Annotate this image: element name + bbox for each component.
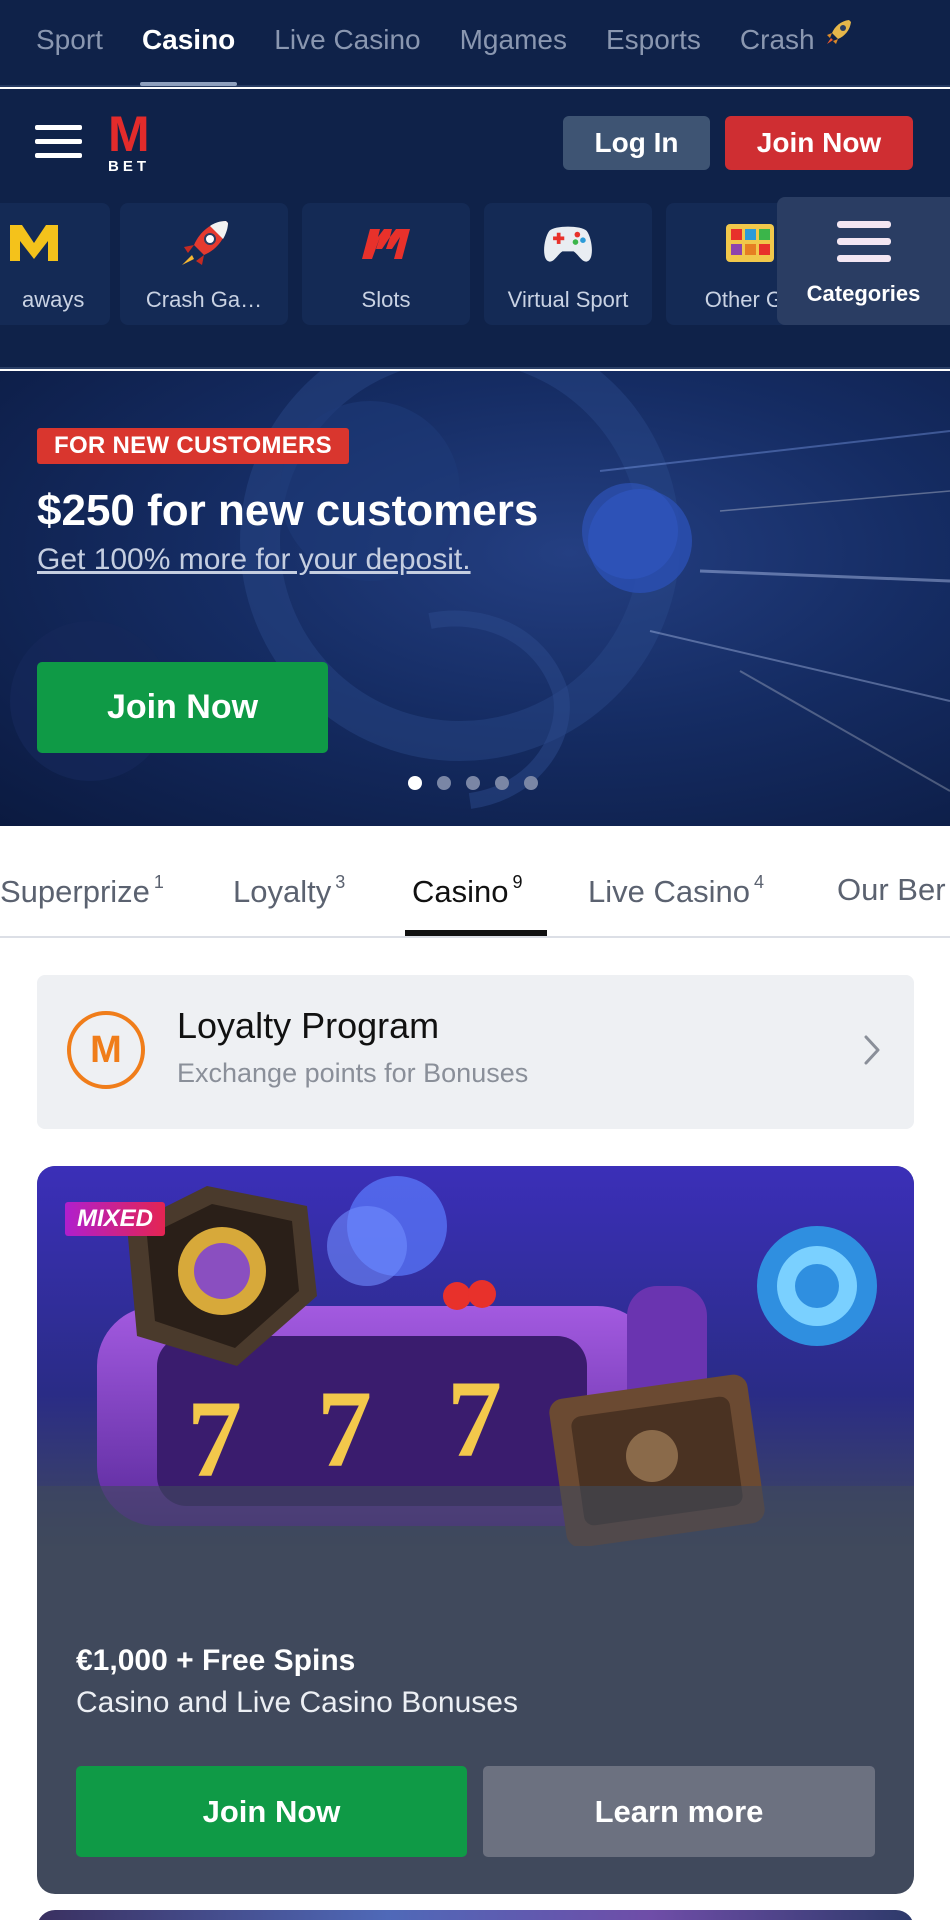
mbet-logo[interactable]: M BET (108, 106, 162, 175)
tab-label: Casino (412, 874, 509, 909)
casino-bonus-card: 7 7 7 MIXED €1,000 + Free Spins Casino a… (37, 1166, 914, 1894)
active-tab-underline (405, 930, 547, 936)
menu-icon (837, 221, 891, 272)
page: Sport Casino Live Casino Mgames Esports … (0, 0, 950, 1920)
m-logo-icon (6, 217, 62, 269)
tab-count: 3 (335, 872, 346, 892)
svg-text:7: 7 (187, 1378, 242, 1500)
loyalty-logo-icon: M (67, 1011, 145, 1089)
loyalty-subtitle: Exchange points for Bonuses (177, 1058, 529, 1088)
logo-letter: M (108, 106, 150, 162)
promo-banner[interactable]: FOR NEW CUSTOMERS $250 for new customers… (0, 371, 950, 826)
casino-bonus-title: €1,000 + Free Spins (76, 1644, 356, 1677)
top-nav: Sport Casino Live Casino Mgames Esports … (0, 0, 950, 87)
tab-label: Live Casino (588, 874, 750, 909)
loyalty-program-row[interactable]: M Loyalty Program Exchange points for Bo… (37, 975, 914, 1129)
category-virtual-sport[interactable]: Virtual Sport (484, 203, 652, 325)
category-label: Virtual Sport (507, 287, 629, 312)
login-button[interactable]: Log In (563, 116, 710, 170)
tab-superprize[interactable]: Superprize 1 (0, 872, 164, 910)
bonus-tabs: Superprize 1 Loyalty 3 Casino 9 Live Casino… (0, 826, 950, 938)
carousel-dot[interactable] (495, 776, 509, 790)
tab-label: Sport (36, 24, 103, 55)
card-join-now-button[interactable]: Join Now (76, 1766, 467, 1857)
category-label: Slots (361, 287, 411, 312)
rocket-icon (823, 0, 855, 80)
tab-crash[interactable]: Crash (740, 0, 855, 86)
learn-more-button[interactable]: Learn more (483, 1766, 875, 1857)
category-giveaways[interactable]: aways (0, 203, 110, 325)
tab-count: 1 (153, 872, 164, 892)
tab-count: 9 (512, 872, 523, 892)
tab-label: Casino (141, 24, 236, 55)
new-customers-badge: FOR NEW CUSTOMERS (37, 428, 349, 464)
carousel-dot[interactable] (466, 776, 480, 790)
carousel-dot[interactable] (437, 776, 451, 790)
banner-subtitle-link[interactable]: Get 100% more for your deposit. (37, 543, 471, 577)
tab-label: Esports (605, 24, 701, 55)
next-bonus-card-peek[interactable] (37, 1910, 914, 1920)
rocket-icon (176, 217, 232, 269)
mixed-badge: MIXED (65, 1202, 166, 1236)
banner-title: $250 for new customers (37, 486, 539, 535)
category-label: Crash Ga… (145, 287, 263, 312)
slots-m-icon (358, 217, 414, 269)
tab-live-casino-bonuses[interactable]: Live Casino 4 (588, 872, 764, 910)
tab-label: Loyalty (233, 874, 332, 909)
header: M BET Log In Join Now (0, 89, 950, 197)
category-crash-games[interactable]: Crash Ga… (120, 203, 288, 325)
categories-button[interactable]: Categories (777, 197, 950, 325)
carousel-dot[interactable] (524, 776, 538, 790)
category-label: aways (22, 287, 85, 312)
tab-casino[interactable]: Casino (139, 0, 238, 86)
hamburger-menu-icon[interactable] (35, 125, 82, 159)
join-now-button[interactable]: Join Now (725, 116, 913, 170)
category-slots[interactable]: Slots (302, 203, 470, 325)
loyalty-title: Loyalty Program (177, 1005, 440, 1046)
tab-sport[interactable]: Sport (36, 0, 103, 86)
casino-bonus-artwork: 7 7 7 (37, 1166, 914, 1546)
tab-label: Crash (739, 24, 815, 55)
tab-our-benefits[interactable]: Our Ber (837, 872, 946, 908)
tab-loyalty[interactable]: Loyalty 3 (233, 872, 345, 910)
tab-label: Mgames (459, 24, 567, 55)
tab-label: Our Ber (837, 872, 946, 907)
carousel-dots (408, 776, 553, 790)
svg-text:7: 7 (317, 1368, 372, 1490)
gamepad-icon (540, 217, 596, 269)
svg-text:7: 7 (447, 1358, 502, 1480)
other-games-icon (722, 217, 778, 269)
banner-join-now-button[interactable]: Join Now (37, 662, 328, 753)
chevron-right-icon (862, 1033, 882, 1072)
tab-mgames[interactable]: Mgames (460, 0, 567, 86)
tab-esports[interactable]: Esports (606, 0, 701, 86)
tab-label: Live Casino (274, 24, 421, 55)
tab-count: 4 (753, 872, 764, 892)
tab-casino-bonuses[interactable]: Casino 9 (412, 872, 523, 910)
tab-label: Superprize (0, 874, 150, 909)
logo-sub: BET (108, 158, 150, 175)
carousel-dot[interactable] (408, 776, 422, 790)
tab-live-casino[interactable]: Live Casino (274, 0, 420, 86)
category-bar: aways Crash Ga… Slots Virtual Sport Othe… (0, 197, 950, 369)
casino-bonus-subtitle: Casino and Live Casino Bonuses (76, 1686, 518, 1719)
categories-label: Categories (806, 281, 921, 306)
